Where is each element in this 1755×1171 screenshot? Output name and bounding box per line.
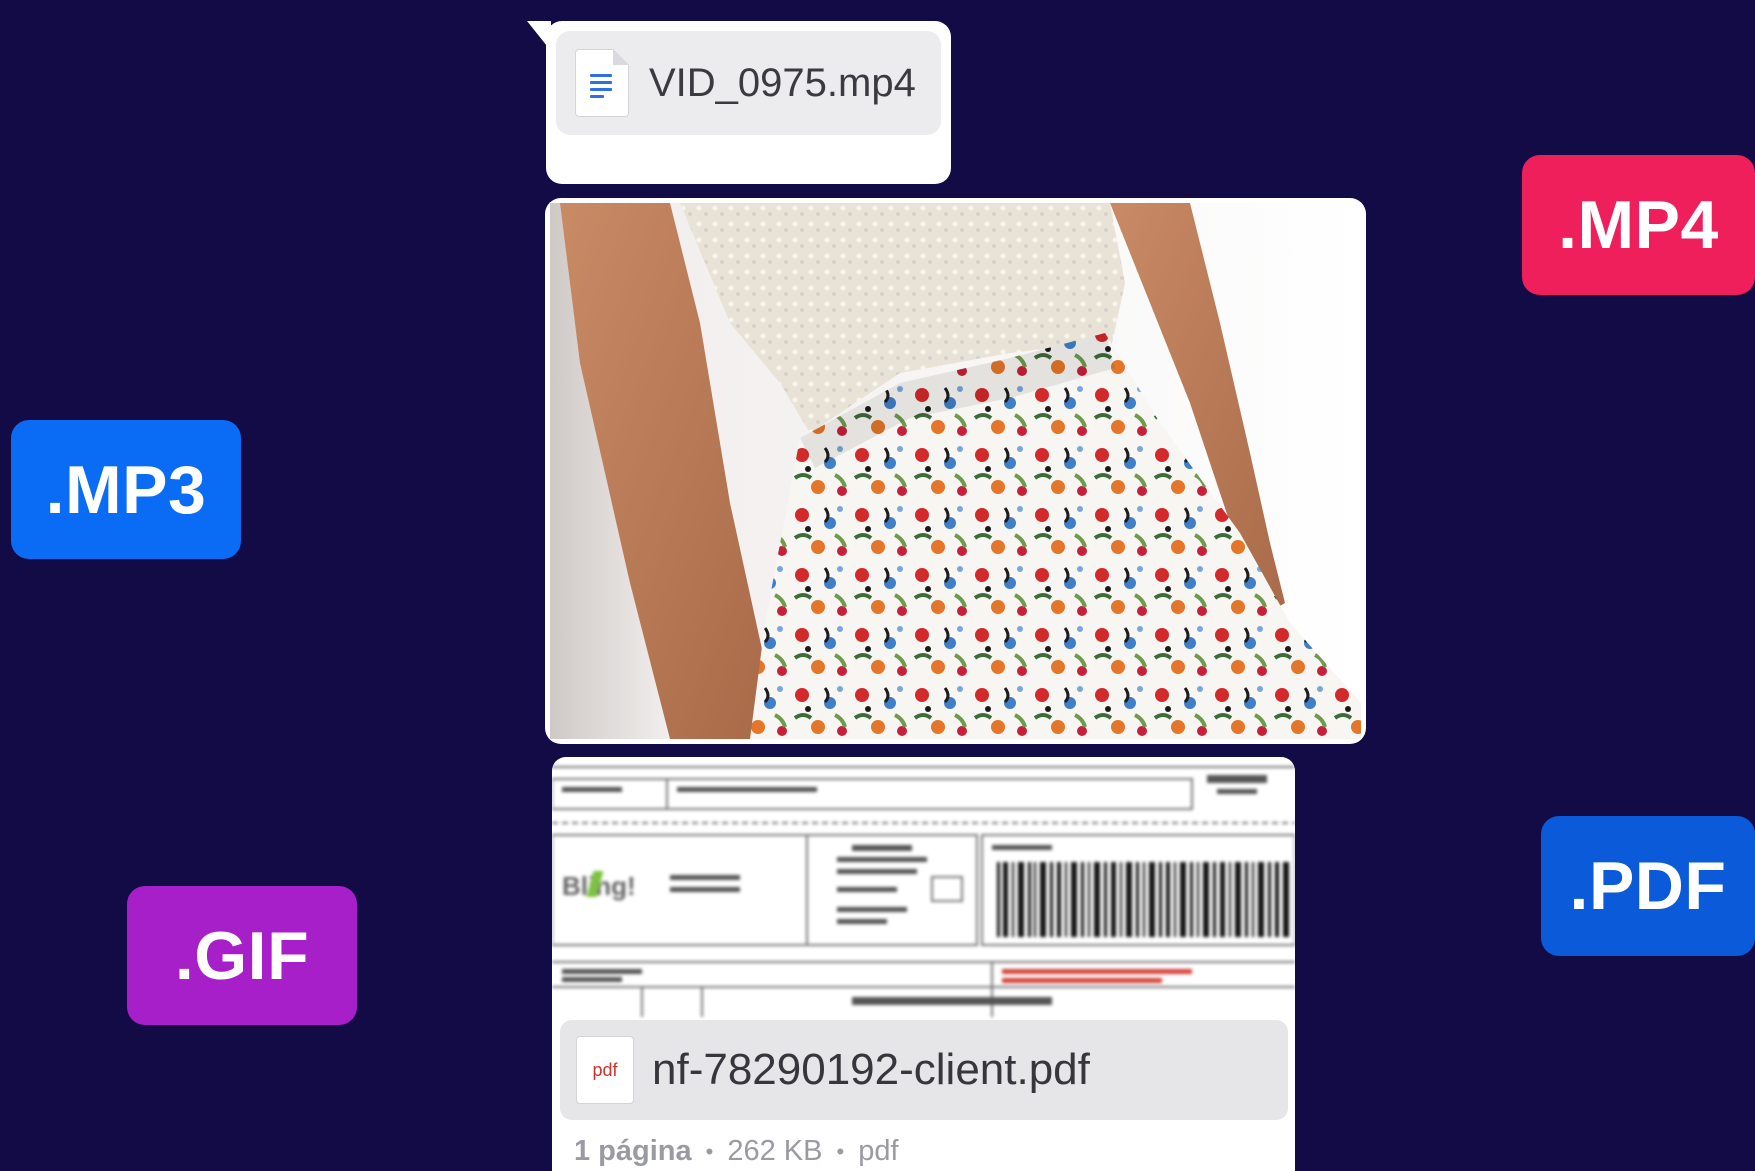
pdf-file-meta: 1 página • 262 KB • pdf bbox=[574, 1135, 899, 1168]
pdf-file-icon: pdf bbox=[576, 1036, 634, 1104]
pdf-file-message[interactable]: Bling! pdf nf-78290192-cl bbox=[552, 757, 1295, 1171]
mp4-badge: .MP4 bbox=[1522, 155, 1755, 295]
pdf-icon-label: pdf bbox=[592, 1059, 618, 1080]
pdf-file-size: 262 KB bbox=[727, 1135, 823, 1167]
pdf-file-chip[interactable]: pdf nf-78290192-client.pdf bbox=[560, 1020, 1288, 1120]
separator-dot: • bbox=[705, 1138, 714, 1164]
pdf-file-name: nf-78290192-client.pdf bbox=[652, 1045, 1090, 1094]
photo-image bbox=[550, 203, 1361, 739]
video-file-name: VID_0975.mp4 bbox=[649, 60, 916, 105]
pdf-page-count: 1 página bbox=[574, 1135, 692, 1167]
separator-dot: • bbox=[836, 1138, 845, 1164]
google-doc-icon bbox=[575, 49, 629, 117]
photo-message[interactable] bbox=[545, 198, 1366, 744]
pdf-preview-image: Bling! bbox=[552, 757, 1295, 1017]
gif-badge: .GIF bbox=[127, 886, 357, 1025]
video-file-chip[interactable]: VID_0975.mp4 bbox=[556, 31, 941, 135]
mp3-badge: .MP3 bbox=[11, 420, 241, 559]
pdf-file-type: pdf bbox=[858, 1135, 899, 1167]
video-file-message[interactable]: VID_0975.mp4 bbox=[546, 21, 951, 184]
pdf-badge: .PDF bbox=[1541, 816, 1755, 956]
